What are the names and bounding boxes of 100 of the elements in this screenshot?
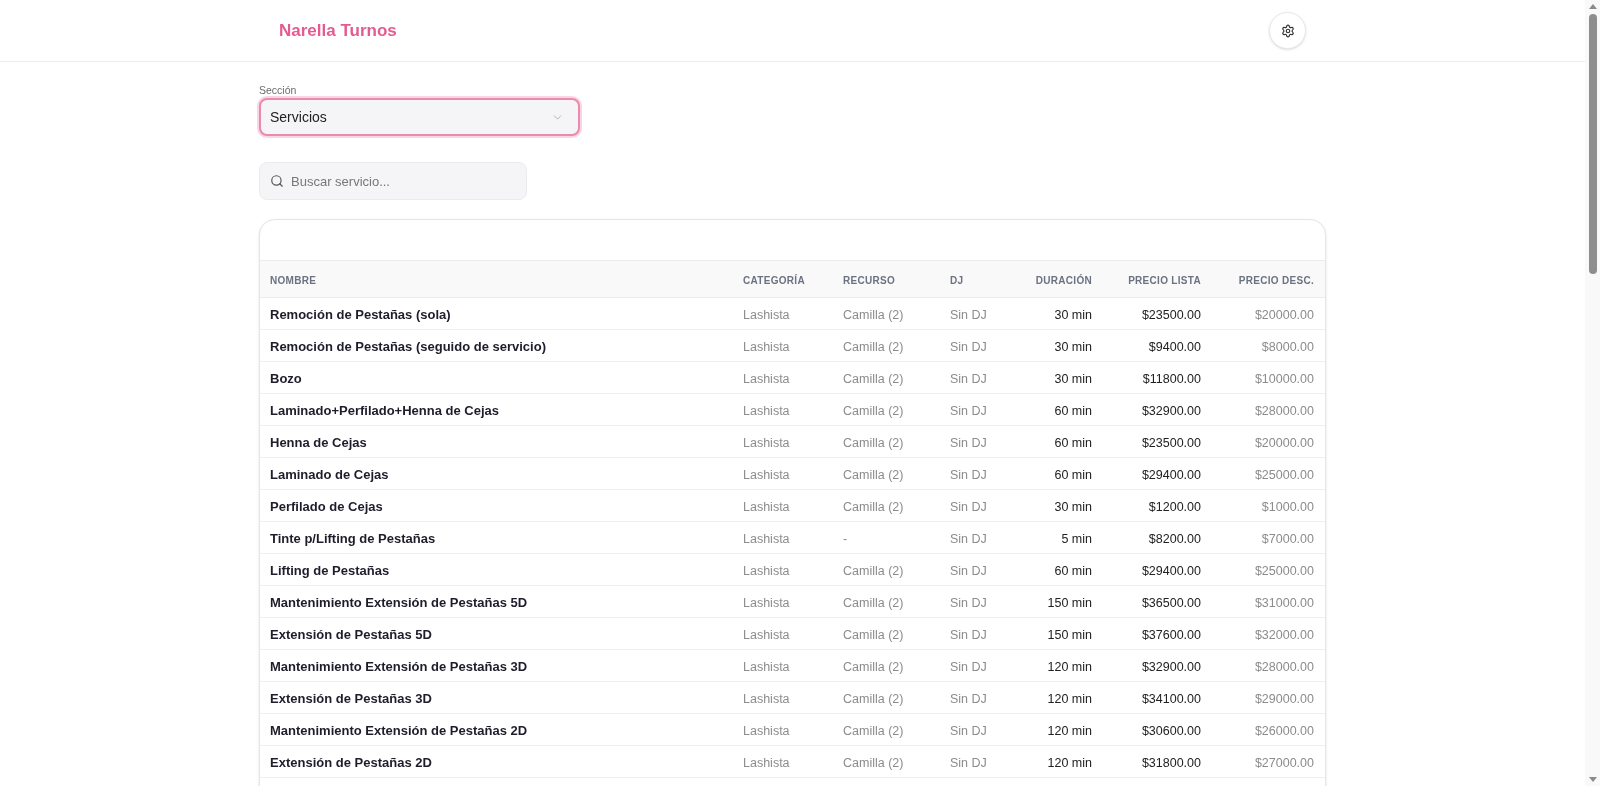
table-cell: 120 min (1047, 723, 1092, 738)
table-cell: Sin DJ (950, 371, 987, 386)
app-title: Narella Turnos (279, 19, 397, 42)
table-cell: $7000.00 (1261, 531, 1314, 546)
table-cell: Camilla (2) (843, 627, 904, 642)
table-cell: $36500.00 (1141, 595, 1201, 610)
table-cell: Sin DJ (950, 691, 987, 706)
table-cell: $9400.00 (1148, 339, 1201, 354)
table-cell: Sin DJ (950, 627, 987, 642)
table-cell: Lashista (743, 435, 790, 450)
table-cell: $28000.00 (1254, 403, 1314, 418)
settings-button[interactable] (1269, 12, 1306, 49)
table-cell: Sin DJ (950, 499, 987, 514)
table-cell: Tinte p/Lifting de Pestañas (270, 530, 436, 546)
table-cell: Camilla (2) (843, 307, 904, 322)
table-cell: $29000.00 (1254, 691, 1314, 706)
scroll-down-arrow-icon[interactable] (1588, 777, 1597, 782)
table-cell: Lashista (743, 339, 790, 354)
column-header: PRECIO LISTA (1128, 275, 1201, 286)
table-cell: 120 min (1047, 691, 1092, 706)
scrollbar[interactable] (1585, 0, 1600, 786)
table-cell: Camilla (2) (843, 339, 904, 354)
table-cell: Mantenimiento Extensión de Pestañas 3D (270, 658, 528, 674)
table-cell: Perfilado de Cejas (270, 498, 383, 514)
table-cell: Extensión de Pestañas 5D (270, 626, 432, 642)
table-cell: $25000.00 (1254, 563, 1314, 578)
table-cell: $1000.00 (1261, 499, 1314, 514)
table-cell: 5 min (1061, 531, 1092, 546)
scrollbar-thumb[interactable] (1588, 14, 1597, 274)
table-cell: Remoción de Pestañas (sola) (270, 306, 451, 322)
table-cell: Lashista (743, 371, 790, 386)
table-cell: Camilla (2) (843, 435, 904, 450)
column-header: PRECIO DESC. (1238, 275, 1314, 286)
table-cell: 30 min (1054, 371, 1092, 386)
table-cell: Lashista (743, 755, 790, 770)
table-cell: Mantenimiento Extensión de Pestañas 5D (270, 594, 528, 610)
table-cell: $34100.00 (1141, 691, 1201, 706)
table-cell: Camilla (2) (843, 467, 904, 482)
table-cell: $29400.00 (1141, 467, 1201, 482)
table-cell: Lashista (743, 403, 790, 418)
table-cell: $8200.00 (1148, 531, 1201, 546)
table-cell: Camilla (2) (843, 499, 904, 514)
table-cell: $32900.00 (1141, 659, 1201, 674)
table-cell: 30 min (1054, 339, 1092, 354)
table-cell: Sin DJ (950, 595, 987, 610)
column-header: DJ (950, 275, 964, 286)
table-cell: Lashista (743, 531, 790, 546)
scroll-up-arrow-icon[interactable] (1588, 4, 1597, 9)
search-field[interactable]: Buscar servicio... (259, 162, 527, 200)
column-header: NOMBRE (270, 275, 317, 286)
table-cell: Sin DJ (950, 467, 987, 482)
table-cell: $23500.00 (1141, 435, 1201, 450)
table-cell: Lashista (743, 691, 790, 706)
table-cell: 120 min (1047, 659, 1092, 674)
section-select[interactable]: Servicios (259, 98, 580, 136)
table-cell: Sin DJ (950, 563, 987, 578)
table-cell: Sin DJ (950, 755, 987, 770)
table-cell: $20000.00 (1254, 307, 1314, 322)
settings-icon (1280, 23, 1295, 38)
table-cell: Mantenimiento Extensión de Pestañas 2D (270, 722, 528, 738)
column-header: DURACIÓN (1035, 275, 1092, 286)
table-cell: - (843, 531, 848, 546)
table-cell: Lashista (743, 627, 790, 642)
column-header: CATEGORÍA (743, 275, 805, 286)
table-cell: Camilla (2) (843, 595, 904, 610)
table-cell: 60 min (1054, 467, 1092, 482)
table-cell: $30600.00 (1141, 723, 1201, 738)
table-cell: Henna de Cejas (270, 434, 367, 450)
table-cell: Lashista (743, 659, 790, 674)
table-cell: Lifting de Pestañas (270, 562, 390, 578)
table-cell: Laminado+Perfilado+Henna de Cejas (270, 402, 500, 418)
table-cell: $27000.00 (1254, 755, 1314, 770)
table-cell: Sin DJ (950, 307, 987, 322)
table-cell: $25000.00 (1254, 467, 1314, 482)
table-cell: $31800.00 (1141, 755, 1201, 770)
table-cell: $32900.00 (1141, 403, 1201, 418)
table-cell: Sin DJ (950, 531, 987, 546)
table-cell: Camilla (2) (843, 371, 904, 386)
table-cell: Remoción de Pestañas (seguido de servicio) (270, 338, 546, 354)
table-cell: Lashista (743, 307, 790, 322)
table-cell: $28000.00 (1254, 659, 1314, 674)
search-icon (270, 174, 284, 188)
table-cell: $29400.00 (1141, 563, 1201, 578)
table-cell: Lashista (743, 563, 790, 578)
table-cell: Sin DJ (950, 339, 987, 354)
table-cell: $10000.00 (1254, 371, 1314, 386)
table-cell: Bozo (270, 370, 302, 386)
field-label: Sección (259, 83, 297, 97)
table-cell: $1200.00 (1148, 499, 1201, 514)
table-cell: 60 min (1054, 403, 1092, 418)
table-cell: Lashista (743, 499, 790, 514)
table-cell: Camilla (2) (843, 659, 904, 674)
table-cell: Sin DJ (950, 659, 987, 674)
column-header: RECURSO (843, 275, 896, 286)
table-cell: $26000.00 (1254, 723, 1314, 738)
table-cell: $20000.00 (1254, 435, 1314, 450)
table-cell: $8000.00 (1261, 339, 1314, 354)
table-cell: Lashista (743, 723, 790, 738)
table-cell: Sin DJ (950, 723, 987, 738)
table-cell: Camilla (2) (843, 691, 904, 706)
